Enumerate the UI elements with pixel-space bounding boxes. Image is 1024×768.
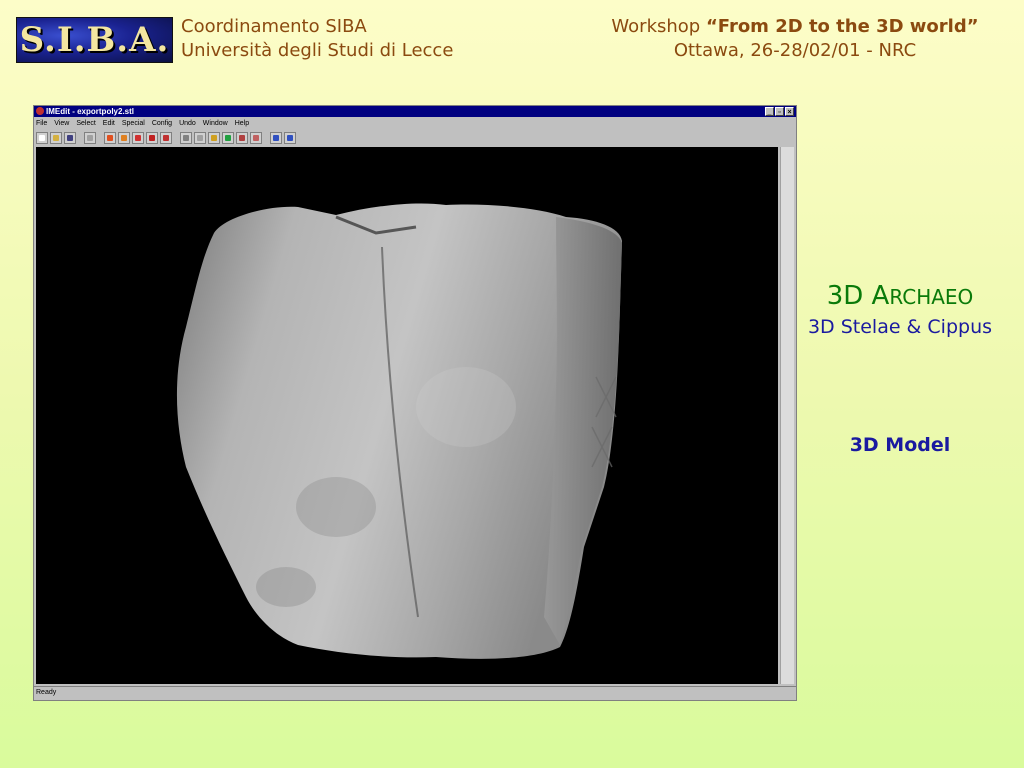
header-organization: Coordinamento SIBA Università degli Stud… [181, 15, 453, 63]
workshop-prefix: Workshop [611, 16, 706, 37]
header-workshop: Workshop “From 2D to the 3D world” Ottaw… [560, 15, 1024, 63]
red-blob-icon[interactable] [146, 131, 158, 144]
menu-item-file[interactable]: File [36, 118, 47, 129]
menu-item-view[interactable]: View [54, 118, 69, 129]
logo-text: S.I.B.A. [19, 20, 170, 60]
flag-icon[interactable] [222, 131, 234, 144]
header-line-university: Università degli Studi di Lecce [181, 40, 454, 61]
maximize-button[interactable]: ▫ [775, 107, 784, 116]
color-icon[interactable] [132, 131, 144, 144]
down-arrow-icon[interactable] [208, 131, 220, 144]
menu-item-window[interactable]: Window [203, 118, 228, 129]
menu-item-help[interactable]: Help [235, 118, 249, 129]
new-file-icon[interactable] [36, 131, 48, 144]
tool-icon[interactable] [250, 131, 262, 144]
menu-bar: File View Select Edit Special Config Undo Windo… [36, 118, 249, 129]
pencil-icon[interactable] [104, 131, 116, 144]
workshop-title: From 2D to the 3D world [717, 16, 967, 37]
redo-icon[interactable] [284, 131, 296, 144]
quote-close: ” [966, 16, 979, 37]
app-icon [36, 107, 44, 115]
undo-icon[interactable] [270, 131, 282, 144]
window-titlebar[interactable]: IMEdit - exportpoly2.stl _ ▫ × [34, 106, 796, 117]
menu-item-config[interactable]: Config [152, 118, 172, 129]
workshop-title-line: Workshop “From 2D to the 3D world” [560, 15, 1024, 39]
vertical-scrollbar[interactable] [780, 147, 794, 684]
menu-item-edit[interactable]: Edit [103, 118, 115, 129]
window-title: IMEdit - exportpoly2.stl [46, 107, 135, 116]
stele-3d-model [176, 203, 622, 659]
save-disk-icon[interactable] [64, 131, 76, 144]
menu-item-select[interactable]: Select [76, 118, 95, 129]
select-icon[interactable] [84, 131, 96, 144]
status-bar: Ready [34, 686, 796, 698]
rotate-icon[interactable] [180, 131, 192, 144]
red-curve-icon[interactable] [160, 131, 172, 144]
quote-open: “ [705, 16, 718, 37]
model-label: 3D Model [849, 434, 951, 456]
section-subtitle: 3D Stelae & Cippus [807, 316, 993, 338]
header-line-coordination: Coordinamento SIBA [181, 16, 367, 37]
imedit-window: IMEdit - exportpoly2.stl _ ▫ × File View S… [33, 105, 797, 701]
3d-viewport[interactable] [36, 147, 778, 684]
menu-item-special[interactable]: Special [122, 118, 145, 129]
open-icon[interactable] [194, 131, 206, 144]
workshop-location: Ottawa, 26-28/02/01 - NRC [673, 40, 917, 61]
section-title-first: 3D A [826, 281, 890, 311]
open-folder-icon[interactable] [50, 131, 62, 144]
paint-icon[interactable] [118, 131, 130, 144]
toolbar [36, 130, 296, 145]
menu-item-undo[interactable]: Undo [179, 118, 196, 129]
close-button[interactable]: × [785, 107, 794, 116]
move-icon[interactable] [236, 131, 248, 144]
section-title: 3D ARCHAEO [795, 280, 1005, 313]
minimize-button[interactable]: _ [765, 107, 774, 116]
siba-logo: S.I.B.A. [16, 17, 173, 63]
section-title-rest: RCHAEO [889, 285, 974, 309]
